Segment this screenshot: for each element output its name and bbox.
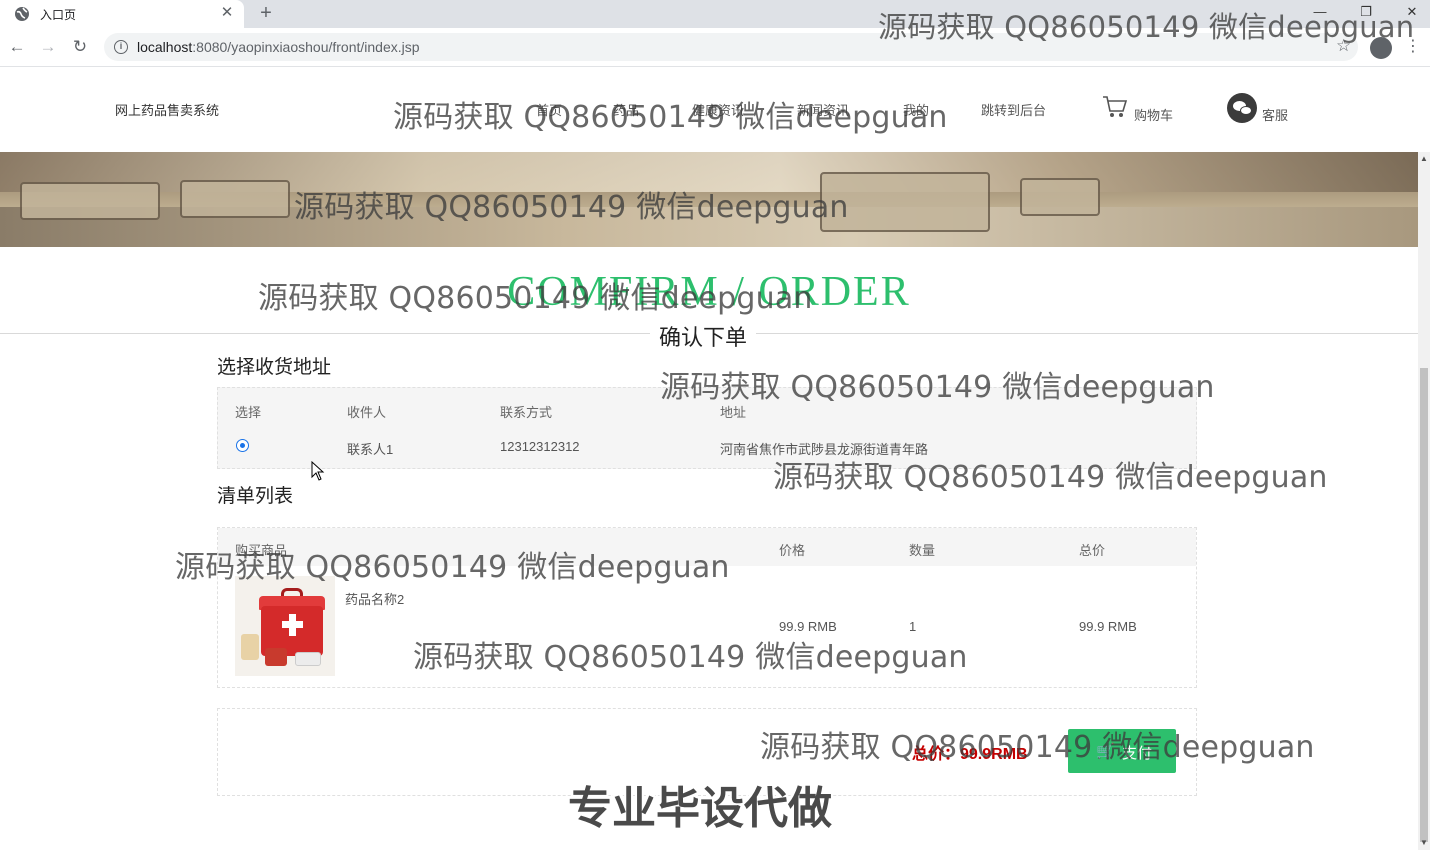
watermark: 源码获取 QQ86050149 微信deepguan [294,190,849,225]
site-logo[interactable]: 网上药品售卖系统 [115,100,219,119]
recipient-cell: 联系人1 [347,442,394,457]
info-icon[interactable]: i [114,40,128,54]
watermark: 源码获取 QQ86050149 微信deepguan [660,370,1215,405]
url-text[interactable]: localhost:8080/yaopinxiaoshou/front/inde… [137,39,420,55]
column-header: 价格 [779,543,806,558]
phone-cell: 12312312312 [500,439,580,454]
close-tab-icon[interactable]: ✕ [218,4,236,22]
scroll-up-icon[interactable]: ▲ [1418,152,1430,166]
watermark: 源码获取 QQ86050149 微信deepguan [413,640,968,675]
total-cell: 99.9 RMB [1079,619,1137,634]
wechat-icon[interactable] [1227,93,1257,123]
column-header: 收件人 [347,405,387,420]
address-section-title: 选择收货地址 [217,357,332,378]
cart-icon[interactable] [1102,94,1128,120]
globe-icon [15,7,29,21]
page-scrollbar[interactable]: ▲ ▼ [1418,152,1430,850]
watermark: 源码获取 QQ86050149 微信deepguan [878,10,1415,44]
product-image[interactable] [235,576,335,676]
scroll-thumb[interactable] [1420,368,1428,842]
address-radio[interactable] [236,439,249,452]
column-header: 联系方式 [500,405,553,420]
new-tab-icon[interactable]: + [256,2,276,24]
column-header: 选择 [235,405,262,420]
page-title: 确认下单 [650,320,757,352]
watermark: 源码获取 QQ86050149 微信deepguan [773,460,1328,495]
watermark: 源码获取 QQ86050149 微信deepguan [258,281,813,316]
column-header: 总价 [1079,543,1106,558]
items-section-title: 清单列表 [217,486,294,507]
forward-icon[interactable]: → [38,36,58,58]
nav-item-admin[interactable]: 跳转到后台 [981,100,1046,119]
mouse-cursor-icon [311,461,325,481]
back-icon[interactable]: ← [7,36,27,58]
scroll-down-icon[interactable]: ▼ [1418,836,1430,850]
watermark: 源码获取 QQ86050149 微信deepguan [393,100,948,135]
reload-icon[interactable]: ↻ [70,36,90,58]
tab-title: 入口页 [40,8,77,22]
service-link[interactable]: 客服 [1262,105,1288,124]
watermark-big: 专业毕设代做 [568,783,832,834]
product-name[interactable]: 药品名称2 [345,589,404,608]
watermark: 源码获取 QQ86050149 微信deepguan [760,730,1315,765]
cart-link[interactable]: 购物车 [1134,105,1173,124]
watermark: 源码获取 QQ86050149 微信deepguan [175,550,730,585]
column-header: 数量 [909,543,936,558]
browser-tab[interactable]: 入口页 ✕ [0,0,244,28]
